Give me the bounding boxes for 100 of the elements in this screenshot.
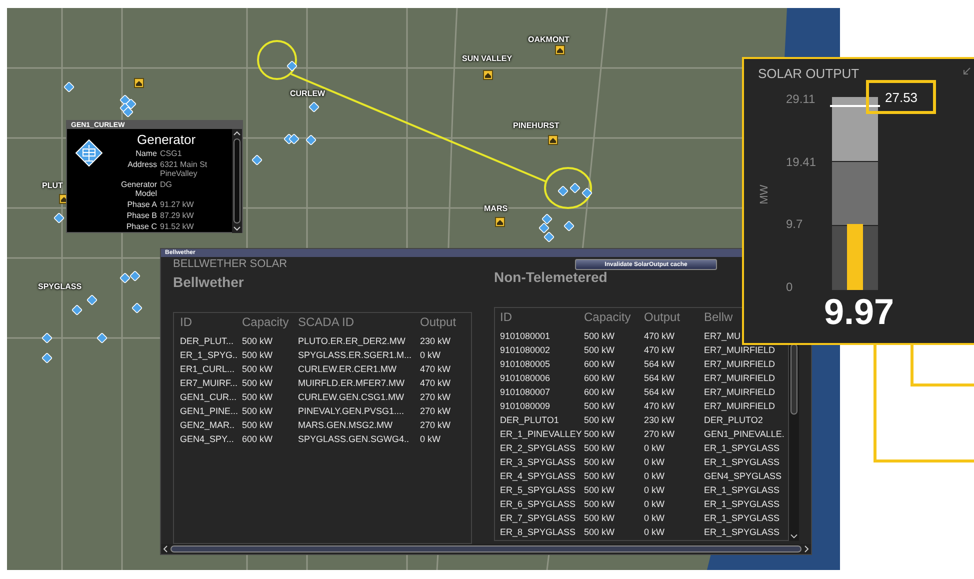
map-place-label: CURLEW bbox=[290, 90, 326, 98]
generator-pin-icon[interactable] bbox=[309, 102, 319, 112]
table-cell-text: ER_1_SPYGLASS bbox=[704, 442, 780, 455]
generator-pin-icon[interactable] bbox=[570, 183, 580, 193]
axis-unit-label: MW bbox=[760, 184, 770, 204]
table-cell-text: MARS.GEN.MSG2.MW bbox=[298, 419, 394, 432]
table-cell-text: 500 kW bbox=[242, 363, 274, 376]
generator-pin-icon[interactable] bbox=[558, 186, 568, 196]
generator-pin-icon[interactable] bbox=[132, 303, 142, 313]
column-header[interactable]: Output bbox=[420, 314, 456, 330]
table-cell-text: ER_1_SPYGLASS bbox=[704, 456, 780, 469]
table-cell-text: 500 kW bbox=[584, 484, 616, 497]
table-cell-text: 600 kW bbox=[242, 433, 274, 446]
table-cell-text: DER_PLUT... bbox=[180, 335, 235, 348]
generator-pin-icon[interactable] bbox=[120, 273, 130, 283]
generator-pin-icon[interactable] bbox=[582, 188, 592, 198]
column-header[interactable]: ID bbox=[500, 309, 584, 325]
panel-title: SOLAR OUTPUT bbox=[758, 67, 860, 80]
table-cell-text: ER7_MUIRFIELD bbox=[704, 344, 776, 357]
generator-pin-icon[interactable] bbox=[64, 82, 74, 92]
house-marker-icon[interactable] bbox=[555, 45, 565, 55]
generator-pin-icon[interactable] bbox=[72, 305, 82, 315]
table-cell-text: 9101080001 bbox=[500, 330, 552, 343]
table-cell-text: 9101080006 bbox=[500, 372, 552, 385]
map-place-label: PINEHURST bbox=[513, 122, 560, 130]
table-cell-text: 9101080005 bbox=[500, 358, 552, 371]
map-place-label: PLUT bbox=[42, 182, 63, 190]
generator-pin-icon[interactable] bbox=[126, 99, 136, 109]
table-cell-text: 600 kW bbox=[584, 386, 616, 399]
vertical-scrollbar[interactable] bbox=[789, 343, 799, 541]
column-header[interactable]: ID bbox=[180, 314, 242, 330]
table-cell-text: 0 kW bbox=[420, 433, 441, 446]
table-cell-text: GEN4_SPYGLASS bbox=[704, 470, 782, 483]
table-cell-text: ER_7_SPYGLASS bbox=[500, 512, 577, 525]
generator-pin-icon[interactable] bbox=[289, 134, 299, 144]
table-cell-text: DER_PLUTO2 bbox=[704, 414, 763, 427]
table-cell-text: 500 kW bbox=[584, 470, 616, 483]
vertical-scrollbar[interactable] bbox=[232, 129, 242, 233]
generator-pin-icon[interactable] bbox=[42, 353, 52, 363]
field-label: Phase A bbox=[126, 200, 157, 209]
column-header[interactable]: SCADA ID bbox=[298, 314, 420, 330]
generator-pin-icon[interactable] bbox=[564, 221, 574, 231]
table-cell-text: ER7_MUIRFIELD bbox=[704, 372, 776, 385]
table-cell-text: 500 kW bbox=[242, 405, 274, 418]
house-marker-icon[interactable] bbox=[134, 78, 144, 88]
house-marker-icon[interactable] bbox=[548, 135, 558, 145]
table-cell-text: CURLEW.ER.CER1.MW bbox=[298, 363, 398, 376]
table-cell-text: SPYGLASS.ER.SGER1.M... bbox=[298, 349, 413, 362]
table-cell-text: 270 kW bbox=[420, 391, 451, 404]
table-cell-text: 500 kW bbox=[584, 428, 616, 441]
generator-pin-icon[interactable] bbox=[130, 271, 140, 281]
table-cell-text: 500 kW bbox=[584, 442, 616, 455]
table-cell-text: ER_4_SPYGLASS bbox=[500, 470, 577, 483]
axis-tick-label: 19.41 bbox=[786, 156, 818, 168]
table-cell-text: 9101080009 bbox=[500, 400, 552, 413]
table-cell-text: ER_3_SPYGLASS bbox=[500, 456, 577, 469]
field-value: 6321 Main St PineValley bbox=[160, 160, 208, 178]
field-value: 91.27 kW bbox=[160, 200, 195, 209]
column-header[interactable]: Bellw bbox=[704, 309, 733, 325]
house-marker-icon[interactable] bbox=[495, 217, 505, 227]
table-cell-text: 500 kW bbox=[242, 377, 274, 390]
generator-pin-icon[interactable] bbox=[54, 213, 64, 223]
generator-pin-icon[interactable] bbox=[306, 135, 316, 145]
table-cell-text: 270 kW bbox=[420, 419, 451, 432]
column-header[interactable]: Capacity bbox=[242, 314, 298, 330]
field-label: Phase B bbox=[126, 211, 157, 220]
column-header[interactable]: Output bbox=[644, 309, 704, 325]
table-cell-text: 600 kW bbox=[584, 358, 616, 371]
generator-pin-icon[interactable] bbox=[542, 214, 552, 224]
map-place-label: SUN VALLEY bbox=[462, 55, 512, 63]
table-cell-text: 500 kW bbox=[242, 349, 274, 362]
table-cell-text: 0 kW bbox=[644, 484, 666, 497]
axis-tick-label: 9.7 bbox=[786, 218, 804, 230]
generator-pin-icon[interactable] bbox=[42, 333, 52, 343]
generator-pin-icon[interactable] bbox=[544, 232, 554, 242]
field-value: 87.29 kW bbox=[160, 211, 195, 220]
table-cell-text: 500 kW bbox=[242, 335, 274, 348]
marker-value: 27.53 bbox=[885, 90, 918, 104]
table-cell-text: GEN1_CUR... bbox=[180, 391, 238, 404]
output-value: 9.97 bbox=[824, 292, 896, 332]
table-cell-text: ER_6_SPYGLASS bbox=[500, 498, 577, 511]
generator-pin-icon[interactable] bbox=[539, 223, 549, 233]
generator-pin-icon[interactable] bbox=[123, 107, 133, 117]
field-value: CSG1 bbox=[160, 149, 183, 158]
generator-pin-icon[interactable] bbox=[120, 95, 130, 105]
table-cell-text: 0 kW bbox=[644, 512, 666, 525]
solar-panel-icon bbox=[75, 139, 103, 167]
axis-tick-label: 29.11 bbox=[786, 93, 816, 105]
table-cell-text: 470 kW bbox=[420, 377, 451, 390]
table-cell-text: DER_PLUTO1 bbox=[500, 414, 560, 427]
generator-pin-icon[interactable] bbox=[252, 155, 262, 165]
generator-pin-icon[interactable] bbox=[97, 333, 107, 343]
generator-pin-icon[interactable] bbox=[287, 61, 297, 71]
house-marker-icon[interactable] bbox=[483, 70, 493, 80]
table-cell-text: 500 kW bbox=[584, 330, 616, 343]
table-cell-text: GEN1_PINE... bbox=[180, 405, 240, 418]
column-header[interactable]: Capacity bbox=[584, 309, 644, 325]
generator-pin-icon[interactable] bbox=[87, 295, 97, 305]
expand-icon[interactable] bbox=[963, 67, 971, 75]
horizontal-scrollbar[interactable] bbox=[161, 544, 811, 554]
